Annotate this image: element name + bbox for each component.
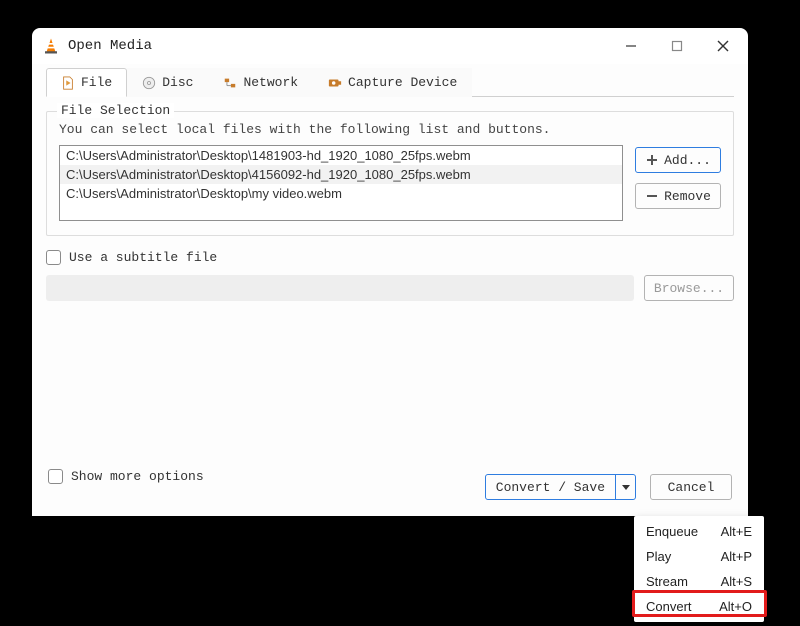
tab-capture-device[interactable]: Capture Device (313, 68, 472, 97)
vlc-cone-icon (42, 37, 60, 55)
tab-network[interactable]: Network (208, 68, 313, 97)
tab-disc-label: Disc (162, 75, 193, 90)
menu-item-enqueue[interactable]: Enqueue Alt+E (634, 519, 764, 544)
show-more-checkbox[interactable] (48, 469, 63, 484)
menu-item-shortcut: Alt+O (719, 599, 752, 614)
tab-file[interactable]: File (46, 68, 127, 97)
capture-device-icon (328, 76, 342, 90)
close-button[interactable] (714, 37, 732, 55)
menu-item-shortcut: Alt+E (721, 524, 752, 539)
add-button[interactable]: Add... (635, 147, 721, 173)
minus-icon (645, 189, 659, 203)
file-icon (61, 76, 75, 90)
subtitle-path-field (46, 275, 634, 301)
menu-item-convert[interactable]: Convert Alt+O (634, 594, 764, 619)
add-button-label: Add... (664, 153, 711, 168)
file-selection-group: File Selection You can select local file… (46, 111, 734, 236)
caret-down-icon (621, 482, 631, 492)
remove-button[interactable]: Remove (635, 183, 721, 209)
window-controls (622, 37, 738, 55)
convert-save-label: Convert / Save (486, 480, 615, 495)
list-item[interactable]: C:\Users\Administrator\Desktop\1481903-h… (60, 146, 622, 165)
cancel-button-label: Cancel (668, 480, 715, 495)
list-item[interactable]: C:\Users\Administrator\Desktop\my video.… (60, 184, 622, 203)
browse-button: Browse... (644, 275, 734, 301)
file-list[interactable]: C:\Users\Administrator\Desktop\1481903-h… (59, 145, 623, 221)
menu-item-play[interactable]: Play Alt+P (634, 544, 764, 569)
maximize-button[interactable] (668, 37, 686, 55)
convert-save-button[interactable]: Convert / Save (485, 474, 636, 500)
menu-item-label: Play (646, 549, 721, 564)
subtitle-checkbox[interactable] (46, 250, 61, 265)
convert-save-menu: Enqueue Alt+E Play Alt+P Stream Alt+S Co… (634, 516, 764, 622)
subtitle-option: Use a subtitle file (46, 250, 734, 265)
open-media-window: Open Media File (32, 28, 748, 516)
menu-item-shortcut: Alt+P (721, 549, 752, 564)
window-title: Open Media (68, 38, 622, 54)
file-selection-helper: You can select local files with the foll… (59, 122, 721, 137)
remove-button-label: Remove (664, 189, 711, 204)
titlebar: Open Media (32, 28, 748, 64)
menu-item-label: Enqueue (646, 524, 721, 539)
show-more-label: Show more options (71, 469, 204, 484)
menu-item-stream[interactable]: Stream Alt+S (634, 569, 764, 594)
cancel-button[interactable]: Cancel (650, 474, 732, 500)
tab-file-label: File (81, 75, 112, 90)
disc-icon (142, 76, 156, 90)
show-more-options[interactable]: Show more options (48, 469, 204, 484)
browse-button-label: Browse... (654, 281, 724, 296)
subtitle-checkbox-label: Use a subtitle file (69, 250, 217, 265)
menu-item-label: Convert (646, 599, 719, 614)
tab-network-label: Network (243, 75, 298, 90)
dialog-footer: Show more options Convert / Save Cancel (46, 442, 734, 506)
network-icon (223, 76, 237, 90)
minimize-button[interactable] (622, 37, 640, 55)
list-item[interactable]: C:\Users\Administrator\Desktop\4156092-h… (60, 165, 622, 184)
tab-capture-label: Capture Device (348, 75, 457, 90)
tab-disc[interactable]: Disc (127, 68, 208, 97)
source-tabs: File Disc Network Capture Device (46, 68, 734, 97)
menu-item-shortcut: Alt+S (721, 574, 752, 589)
dialog-body: File Disc Network Capture Device (32, 64, 748, 516)
convert-save-dropdown-toggle[interactable] (615, 475, 635, 499)
file-selection-legend: File Selection (57, 103, 174, 118)
plus-icon (645, 153, 659, 167)
menu-item-label: Stream (646, 574, 721, 589)
